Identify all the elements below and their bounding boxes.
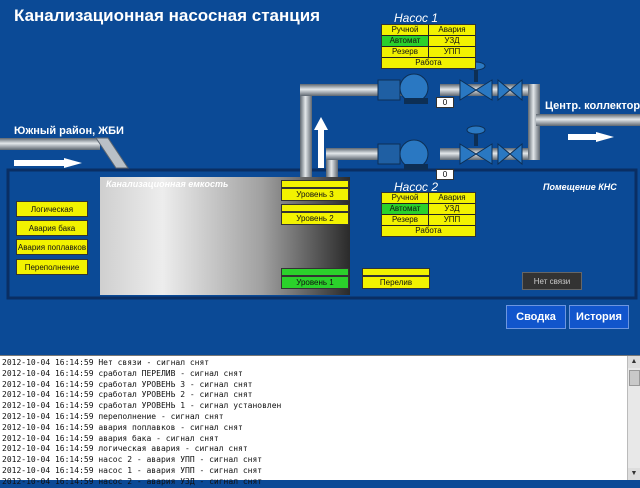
scroll-thumb[interactable] — [629, 370, 640, 386]
no-link-status: Нет связи — [522, 272, 582, 290]
pump1-uzd: УЗД — [429, 36, 475, 46]
log-entry: 2012-10-04 16:14:59 сработал ПЕРЕЛИВ - с… — [2, 368, 243, 378]
up-arrow-icon — [318, 128, 324, 168]
pump2-upp: УПП — [429, 215, 475, 225]
scroll-down-icon[interactable]: ▼ — [628, 468, 640, 480]
alarm-overflow: Переполнение — [16, 259, 88, 275]
log-entry: 2012-10-04 16:14:59 переполнение - сигна… — [2, 411, 224, 421]
log-entry: 2012-10-04 16:14:59 сработал УРОВЕНЬ 1 -… — [2, 401, 282, 411]
room-label: Помещение КНС — [543, 182, 617, 192]
log-entry: 2012-10-04 16:14:59 Нет связи - сигнал с… — [2, 358, 210, 367]
flow-arrow-icon — [596, 132, 614, 142]
pump1-work: Работа — [382, 58, 475, 68]
pump2-counter: 0 — [436, 169, 454, 180]
level2-indicator: Уровень 2 — [281, 212, 349, 225]
log-entry: 2012-10-04 16:14:59 логическая авария - … — [2, 444, 248, 454]
pump1-control: Ручной Авария Автомат УЗД Резерв УПП Раб… — [381, 24, 476, 69]
pump1-counter: 0 — [436, 97, 454, 108]
overflow-indicator: Перелив — [362, 276, 430, 289]
log-entry: 2012-10-04 16:14:59 насос 1 - авария УПП… — [2, 465, 263, 475]
pump1-alarm: Авария — [429, 25, 475, 35]
alarm-logic: Логическая авария — [16, 201, 88, 229]
pump2-alarm: Авария — [429, 193, 475, 203]
scada-panel: Канализационная насосная станция Канализ… — [0, 0, 640, 355]
level2-top — [281, 204, 349, 212]
level1-indicator: Уровень 1 — [281, 276, 349, 289]
tank-label: Канализационная емкость — [106, 179, 229, 189]
pump2-auto[interactable]: Автомат — [382, 204, 428, 214]
history-button[interactable]: История — [569, 305, 629, 329]
alarm-floats: Авария поплавков — [16, 239, 88, 255]
log-entry: 2012-10-04 16:14:59 авария бака - сигнал… — [2, 433, 219, 443]
pump2-icon — [377, 139, 429, 170]
pump2-control: Ручной Авария Автомат УЗД Резерв УПП Раб… — [381, 192, 476, 237]
pump2-manual[interactable]: Ручной — [382, 193, 428, 203]
level3-indicator: Уровень 3 — [281, 188, 349, 201]
pump2-reserve[interactable]: Резерв — [382, 215, 428, 225]
collector-label: Центр. коллектор — [545, 100, 640, 112]
level3-top — [281, 180, 349, 188]
valve1b-icon — [497, 78, 523, 102]
pump1-title: Насос 1 — [394, 11, 439, 25]
flow-arrow-icon — [14, 160, 64, 166]
valve2b-icon — [497, 142, 523, 166]
log-entry: 2012-10-04 16:14:59 авария поплавков - с… — [2, 422, 243, 432]
event-log[interactable]: 2012-10-04 16:14:59 Нет связи - сигнал с… — [0, 355, 640, 486]
flow-arrow-icon — [64, 158, 82, 168]
pump1-reserve[interactable]: Резерв — [382, 47, 428, 57]
log-entry: 2012-10-04 16:14:59 сработал УРОВЕНЬ 2 -… — [2, 390, 253, 400]
summary-button[interactable]: Сводка — [506, 305, 566, 329]
log-entry: 2012-10-04 16:14:59 насос 2 - авария УЗД… — [2, 476, 263, 486]
pump2-work: Работа — [382, 226, 475, 236]
event-log-list: 2012-10-04 16:14:59 Нет связи - сигнал с… — [2, 358, 626, 488]
pump1-icon — [377, 73, 429, 104]
level1-top — [281, 268, 349, 276]
alarm-tank: Авария бака — [16, 220, 88, 236]
log-entry: 2012-10-04 16:14:59 сработал УРОВЕНЬ 3 -… — [2, 379, 253, 389]
log-entry: 2012-10-04 16:14:59 насос 2 - авария УПП… — [2, 455, 263, 465]
pump1-manual[interactable]: Ручной — [382, 25, 428, 35]
source-label: Южный район, ЖБИ — [14, 125, 124, 137]
scroll-up-icon[interactable]: ▲ — [628, 356, 640, 368]
pump1-upp: УПП — [429, 47, 475, 57]
pump2-uzd: УЗД — [429, 204, 475, 214]
pump1-auto[interactable]: Автомат — [382, 36, 428, 46]
log-scrollbar[interactable]: ▲ ▼ — [627, 356, 640, 480]
overflow-top — [362, 268, 430, 276]
